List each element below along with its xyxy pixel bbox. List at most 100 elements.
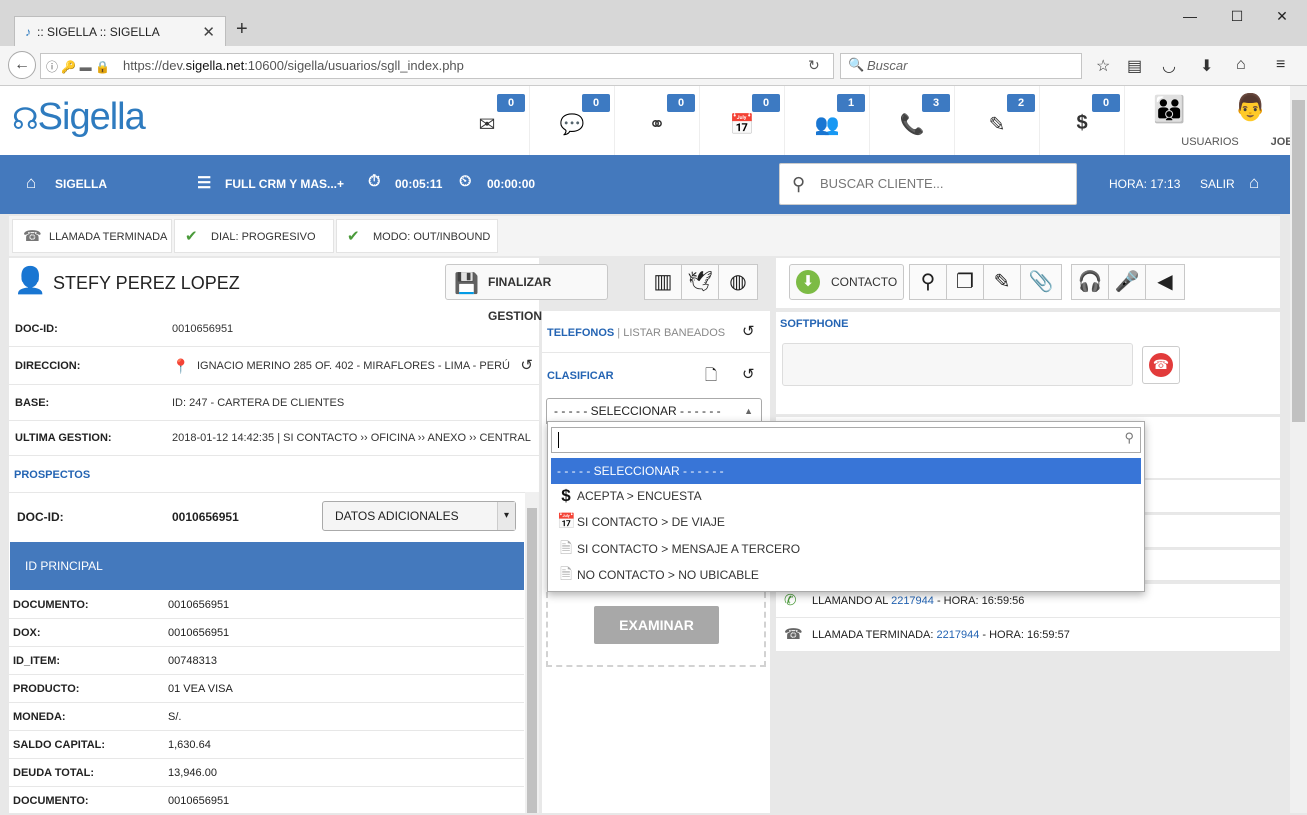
dropdown-option[interactable]: $ACEPTA > ENCUESTA bbox=[551, 483, 1141, 509]
close-tab-icon[interactable]: ✕ bbox=[202, 23, 215, 41]
detail-row: DOX:0010656951 bbox=[9, 619, 524, 647]
page-scrollbar-thumb[interactable] bbox=[1292, 100, 1305, 422]
option-label: ACEPTA > ENCUESTA bbox=[577, 489, 702, 503]
pocket-icon[interactable]: ◡ bbox=[1162, 56, 1176, 76]
back-circle-button[interactable]: ◀ bbox=[1145, 264, 1185, 300]
download-circle-icon: ⬇ bbox=[796, 270, 820, 294]
chevron-down-icon: ▾ bbox=[497, 502, 515, 530]
copy-icon: ❐ bbox=[956, 271, 974, 293]
detail-row: DEUDA TOTAL:13,946.00 bbox=[9, 759, 524, 787]
header-user[interactable]: 👨JOEL bbox=[1210, 86, 1285, 156]
document-icon: 🗎 bbox=[557, 536, 575, 562]
microphone-button[interactable]: 🎤 bbox=[1108, 264, 1146, 300]
contacto-label: CONTACTO bbox=[831, 275, 897, 289]
header-contacts[interactable]: 👥1 bbox=[785, 86, 870, 156]
globe-button[interactable]: ◍ bbox=[718, 264, 758, 300]
home-browser-icon[interactable]: ⌂ bbox=[1236, 56, 1246, 74]
download-icon[interactable]: ⬇ bbox=[1200, 56, 1213, 76]
reading-list-icon[interactable]: ▤ bbox=[1127, 56, 1142, 76]
back-icon[interactable]: ← bbox=[8, 51, 36, 79]
refresh-icon[interactable]: ↺ bbox=[742, 322, 755, 340]
envelope-icon: ✉ bbox=[473, 112, 501, 137]
edit-button[interactable]: ✎ bbox=[983, 264, 1021, 300]
file-export-icon[interactable]: 🗋 bbox=[705, 365, 717, 390]
headset-button[interactable]: 🎧 bbox=[1071, 264, 1109, 300]
browser-search-input[interactable]: Buscar bbox=[840, 53, 1082, 79]
log-phone-link[interactable]: 2217944 bbox=[937, 629, 980, 641]
calendar-icon: 📅 bbox=[557, 509, 575, 535]
detail-value: 0010656951 bbox=[168, 591, 229, 619]
contacto-button[interactable]: ⬇ CONTACTO bbox=[789, 264, 904, 300]
header-notes[interactable]: ✎2 bbox=[955, 86, 1040, 156]
app-logo[interactable]: ☊Sigella bbox=[12, 96, 145, 139]
close-window-icon[interactable]: ✕ bbox=[1272, 8, 1292, 25]
clasificar-select-value: - - - - - SELECCIONAR - - - - - - bbox=[554, 404, 721, 418]
session-timer: 00:05:11 bbox=[395, 177, 442, 191]
field-row: DIRECCION:📍IGNACIO MERINO 285 OF. 402 - … bbox=[9, 347, 539, 385]
dropdown-search-input[interactable]: ⚲ bbox=[551, 427, 1141, 453]
prospectos-heading: PROSPECTOS bbox=[14, 469, 90, 481]
header-sms[interactable]: 💬0 bbox=[530, 86, 615, 156]
header-dollar[interactable]: $0 bbox=[1040, 86, 1125, 156]
softphone-label: SOFTPHONE bbox=[780, 318, 848, 330]
listar-baneados-link[interactable]: LISTAR BANEADOS bbox=[623, 327, 725, 339]
maximize-icon[interactable]: ☐ bbox=[1227, 8, 1247, 25]
details-scrollbar-thumb[interactable] bbox=[527, 508, 537, 813]
attach-button[interactable]: 📎 bbox=[1020, 264, 1062, 300]
badge-count: 0 bbox=[1092, 94, 1120, 112]
detail-row: MONEDA:S/. bbox=[9, 703, 524, 731]
top-nav-bar: ⌂ SIGELLA ☰ FULL CRM Y MAS...+ ⏱ 00:05:1… bbox=[0, 155, 1290, 214]
dollar-icon: $ bbox=[557, 483, 575, 509]
header-calendar[interactable]: 📅0 bbox=[700, 86, 785, 156]
finalize-button[interactable]: 💾FINALIZAR GESTION bbox=[445, 264, 608, 300]
logout-label[interactable]: SALIR bbox=[1200, 177, 1235, 191]
field-row: ULTIMA GESTION:2018-01-12 14:42:35 | SI … bbox=[9, 421, 539, 456]
search-icon: 🔍 bbox=[848, 57, 864, 73]
copy-button[interactable]: ❐ bbox=[946, 264, 984, 300]
dropdown-option[interactable]: 🗎NO CONTACTO > NO UBICABLE bbox=[551, 562, 1141, 588]
refresh-icon[interactable]: ↺ bbox=[520, 347, 533, 385]
examinar-button[interactable]: EXAMINAR bbox=[594, 606, 719, 644]
reload-icon[interactable]: ↻ bbox=[808, 57, 820, 74]
telefonos-label[interactable]: TELEFONOS bbox=[547, 327, 614, 339]
refresh-icon[interactable]: ↺ bbox=[742, 365, 755, 383]
notebook-button[interactable]: ▥ bbox=[644, 264, 682, 300]
datos-select-value: DATOS ADICIONALES bbox=[335, 509, 459, 523]
bird-button[interactable]: 🕊 bbox=[681, 264, 719, 300]
logout-home-icon[interactable]: ⌂ bbox=[1249, 173, 1259, 193]
browser-tab[interactable]: ♪ :: SIGELLA :: SIGELLA ✕ bbox=[14, 16, 226, 46]
headset-icon: ☊ bbox=[12, 103, 38, 136]
detail-value: 00748313 bbox=[168, 647, 217, 675]
softphone-input[interactable] bbox=[782, 343, 1133, 386]
menu-icon[interactable]: ≡ bbox=[1276, 56, 1285, 74]
header-calls[interactable]: 📞3 bbox=[870, 86, 955, 156]
chevron-up-icon: ▲ bbox=[744, 399, 753, 423]
client-search-input[interactable]: ⚲BUSCAR CLIENTE... bbox=[779, 163, 1077, 205]
dropdown-option[interactable]: 📅SI CONTACTO > DE VIAJE bbox=[551, 509, 1141, 535]
home-icon[interactable]: ⌂ bbox=[26, 173, 36, 193]
datos-adicionales-select[interactable]: DATOS ADICIONALES ▾ bbox=[322, 501, 516, 531]
bookmark-star-icon[interactable]: ☆ bbox=[1096, 56, 1110, 76]
header-usuarios[interactable]: 👪USUARIOS bbox=[1125, 86, 1210, 156]
nav-home-label[interactable]: SIGELLA bbox=[55, 177, 107, 191]
header-voicemail[interactable]: ⚭0 bbox=[615, 86, 700, 156]
badge-count: 0 bbox=[667, 94, 695, 112]
client-search-placeholder: BUSCAR CLIENTE... bbox=[820, 176, 944, 191]
header-email[interactable]: ✉0 bbox=[445, 86, 530, 156]
dropdown-option[interactable]: 🗎SI CONTACTO > MENSAJE A TERCERO bbox=[551, 536, 1141, 562]
campaign-label[interactable]: FULL CRM Y MAS...+ bbox=[225, 177, 344, 191]
hangup-button[interactable]: ☎ bbox=[1142, 346, 1180, 384]
paperclip-icon: 📎 bbox=[1029, 271, 1054, 293]
prospect-doc-value: 0010656951 bbox=[172, 510, 239, 524]
site-info-icon[interactable]: ⓘ 🔑 ▬ 🔒 bbox=[46, 58, 110, 75]
search-button[interactable]: ⚲ bbox=[909, 264, 947, 300]
new-tab-icon[interactable]: + bbox=[236, 18, 248, 41]
minimize-icon[interactable]: — bbox=[1180, 8, 1200, 24]
badge-count: 1 bbox=[837, 94, 865, 112]
url-domain: sigella.net bbox=[186, 58, 245, 73]
log-phone-link[interactable]: 2217944 bbox=[891, 595, 934, 607]
url-bar[interactable]: https://dev.sigella.net:10600/sigella/us… bbox=[40, 53, 834, 79]
dropdown-option[interactable]: - - - - - SELECCIONAR - - - - - - bbox=[551, 458, 1141, 484]
detail-value: 0010656951 bbox=[168, 619, 229, 647]
edit-icon: ✎ bbox=[983, 112, 1011, 137]
